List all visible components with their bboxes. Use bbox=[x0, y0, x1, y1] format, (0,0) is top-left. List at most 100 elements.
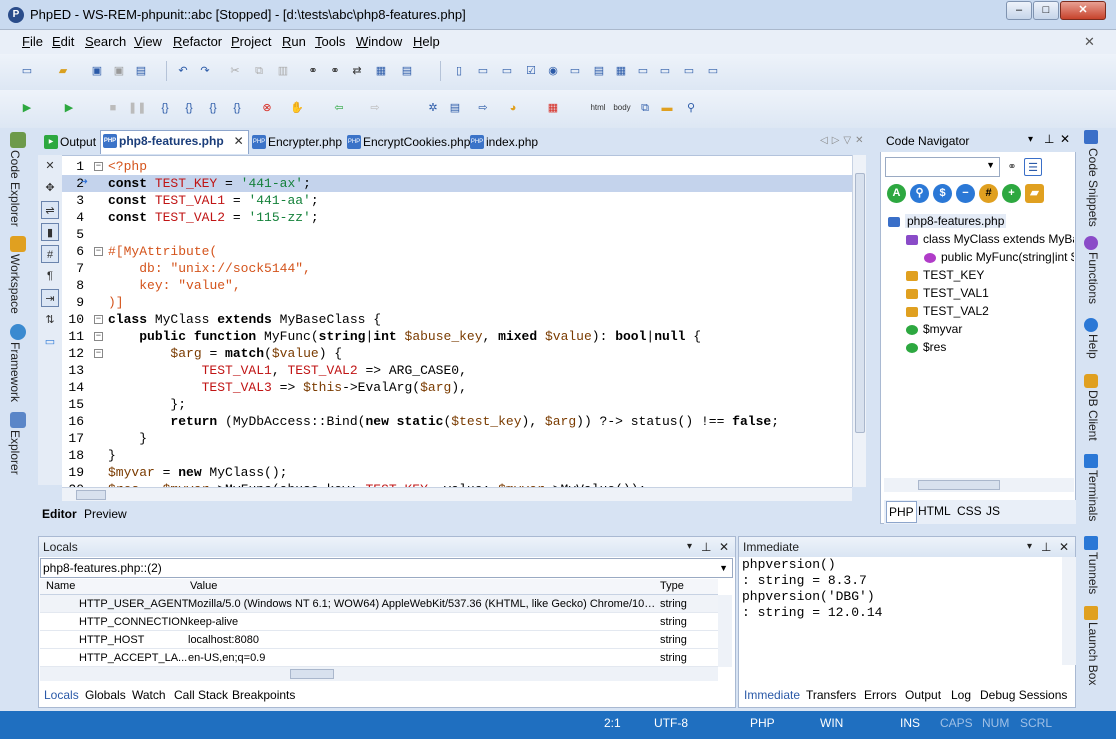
tools-icon[interactable]: ✲ bbox=[424, 99, 442, 117]
html-table-icon[interactable]: ▦ bbox=[612, 62, 630, 80]
clipboard-icon[interactable]: ▤ bbox=[398, 62, 416, 80]
menu-edit[interactable]: Edit bbox=[52, 34, 74, 49]
list-view-icon[interactable]: ☰ bbox=[1024, 158, 1042, 176]
column-type[interactable]: Type bbox=[660, 580, 684, 592]
html-list-icon[interactable]: ▤ bbox=[590, 62, 608, 80]
code-line[interactable]: 19 $myvar = new MyClass(); bbox=[62, 464, 852, 481]
code-line[interactable]: 17 } bbox=[62, 430, 852, 447]
dropdown-icon[interactable]: ▾ bbox=[1028, 134, 1033, 145]
close-tab-icon[interactable]: ✕ bbox=[234, 131, 244, 151]
code-line[interactable]: 8 key: "value", bbox=[62, 277, 852, 294]
scroll-thumb[interactable] bbox=[290, 669, 334, 679]
menu-tools[interactable]: Tools bbox=[315, 34, 345, 49]
tree-item[interactable]: php8-features.php bbox=[888, 214, 1007, 228]
monitor-icon[interactable]: ▭ bbox=[41, 333, 59, 351]
code-line[interactable]: 14 TEST_VAL3 => $this->EvalArg($arg), bbox=[62, 379, 852, 396]
close-panel-icon[interactable]: ✕ bbox=[1060, 132, 1070, 146]
run-to-cursor-icon[interactable]: {} bbox=[228, 99, 246, 117]
step-out-icon[interactable]: {} bbox=[204, 99, 222, 117]
tab-editor[interactable]: Editor bbox=[42, 507, 77, 521]
line-endings[interactable]: WIN bbox=[820, 716, 843, 730]
tab-locals[interactable]: Locals bbox=[44, 688, 79, 702]
pause-icon[interactable]: ❚❚ bbox=[128, 99, 146, 117]
tab-watch[interactable]: Watch bbox=[132, 688, 166, 702]
debug-run-icon[interactable]: ▶ bbox=[60, 99, 78, 117]
filter-icon[interactable]: ⚲ bbox=[910, 184, 929, 203]
tab-index[interactable]: PHP index.php bbox=[468, 132, 538, 154]
tree-item[interactable]: TEST_VAL2 bbox=[906, 304, 989, 318]
table-row[interactable]: HTTP_ACCEPT_LA... en-US,en;q=0.9 string bbox=[40, 649, 718, 667]
tab-explorer[interactable]: Explorer bbox=[8, 430, 22, 475]
code-line[interactable]: 1 − <?php bbox=[62, 158, 852, 175]
dropdown-icon[interactable]: ▾ bbox=[1027, 537, 1032, 557]
fold-toggle-icon[interactable]: − bbox=[94, 315, 103, 324]
save-all-icon[interactable]: ▣ bbox=[110, 62, 128, 80]
html-select-icon[interactable]: ▭ bbox=[566, 62, 584, 80]
code-line[interactable]: 16 return (MyDbAccess::Bind(new static($… bbox=[62, 413, 852, 430]
tab-tunnels[interactable]: Tunnels bbox=[1086, 552, 1100, 594]
html-tag-icon[interactable]: html bbox=[588, 99, 608, 117]
locals-horizontal-scrollbar[interactable] bbox=[40, 667, 718, 681]
code-line[interactable]: 2 ➜ const TEST_KEY = '441-ax'; bbox=[62, 175, 852, 192]
language-mode[interactable]: PHP bbox=[750, 716, 775, 730]
replace-icon[interactable]: ⇄ bbox=[348, 62, 366, 80]
locals-vertical-scrollbar[interactable] bbox=[718, 595, 732, 667]
tree-item[interactable]: public MyFunc(string|int $abuse_key bbox=[924, 250, 1074, 264]
word-wrap-icon[interactable]: ⇌ bbox=[41, 201, 59, 219]
forward-icon[interactable]: ⇨ bbox=[366, 99, 384, 117]
undo-icon[interactable]: ↶ bbox=[174, 62, 192, 80]
html-radio-icon[interactable]: ◉ bbox=[544, 62, 562, 80]
tree-item[interactable]: $myvar bbox=[906, 322, 962, 336]
tab-encrypt-cookies[interactable]: PHP EncryptCookies.php bbox=[345, 132, 470, 154]
bookmark-icon[interactable]: ▦ bbox=[372, 62, 390, 80]
tab-terminals[interactable]: Terminals bbox=[1086, 470, 1100, 521]
column-select-icon[interactable]: ▮ bbox=[41, 223, 59, 241]
code-line[interactable]: 10 − class MyClass extends MyBaseClass { bbox=[62, 311, 852, 328]
folder-icon[interactable]: ▰ bbox=[1025, 184, 1044, 203]
tab-immediate[interactable]: Immediate bbox=[744, 688, 800, 702]
show-vars-icon[interactable]: $ bbox=[933, 184, 952, 203]
save-icon[interactable]: ▣ bbox=[88, 62, 106, 80]
color-palette-icon[interactable]: ◕ bbox=[504, 99, 522, 117]
close-panel-icon[interactable]: ✕ bbox=[1059, 537, 1069, 557]
html-frame-icon[interactable]: ▭ bbox=[656, 62, 674, 80]
tab-db-client[interactable]: DB Client bbox=[1086, 390, 1100, 441]
code-navigator-tree[interactable]: php8-features.php class MyClass extends M… bbox=[884, 212, 1074, 476]
menu-refactor[interactable]: Refactor bbox=[173, 34, 222, 49]
split-view-icon[interactable]: ⇅ bbox=[41, 311, 59, 329]
html-button-icon[interactable]: ▭ bbox=[474, 62, 492, 80]
html-form-icon[interactable]: ▯ bbox=[450, 62, 468, 80]
code-line[interactable]: 4 const TEST_VAL2 = '115-zz'; bbox=[62, 209, 852, 226]
scroll-thumb[interactable] bbox=[855, 173, 865, 433]
locals-scope-select[interactable]: php8-features.php::(2) ▼ bbox=[40, 558, 733, 578]
close-panel-icon[interactable]: ✕ bbox=[719, 537, 729, 557]
html-reset-icon[interactable]: ▭ bbox=[704, 62, 722, 80]
tab-debug-sessions[interactable]: Debug Sessions bbox=[980, 688, 1067, 702]
fold-toggle-icon[interactable]: − bbox=[94, 349, 103, 358]
html-submit-icon[interactable]: ▭ bbox=[680, 62, 698, 80]
expand-icon[interactable]: + bbox=[1002, 184, 1021, 203]
html-image-icon[interactable]: ▭ bbox=[634, 62, 652, 80]
tab-breakpoints[interactable]: Breakpoints bbox=[232, 688, 295, 702]
editor-vertical-scrollbar[interactable] bbox=[852, 155, 866, 487]
paste-icon[interactable]: ▥ bbox=[274, 62, 292, 80]
scroll-thumb[interactable] bbox=[918, 480, 1000, 490]
publish-icon[interactable]: ▤ bbox=[446, 99, 464, 117]
column-value[interactable]: Value bbox=[190, 580, 217, 592]
code-line[interactable]: 6 − #[MyAttribute( bbox=[62, 243, 852, 260]
tree-item[interactable]: $res bbox=[906, 340, 946, 354]
code-editor[interactable]: 1− <?php 2 ➜ const TEST_KEY = '441-ax'; 3 cons… bbox=[62, 155, 852, 487]
tab-errors[interactable]: Errors bbox=[864, 688, 897, 702]
fold-toggle-icon[interactable]: − bbox=[94, 162, 103, 171]
move-icon[interactable]: ✥ bbox=[41, 179, 59, 197]
tab-functions[interactable]: Functions bbox=[1086, 252, 1100, 304]
code-line[interactable]: 13 TEST_VAL1, TEST_VAL2 => ARG_CASE0, bbox=[62, 362, 852, 379]
tab-output-panel[interactable]: Output bbox=[905, 688, 941, 702]
menu-view[interactable]: View bbox=[134, 34, 162, 49]
tab-lang-js[interactable]: JS bbox=[986, 504, 1000, 518]
code-line[interactable]: 5 bbox=[62, 226, 852, 243]
pin-icon[interactable]: ⊥ bbox=[1041, 537, 1051, 557]
tab-globals[interactable]: Globals bbox=[85, 688, 126, 702]
menu-search[interactable]: Search bbox=[85, 34, 126, 49]
send-icon[interactable]: ⇨ bbox=[474, 99, 492, 117]
